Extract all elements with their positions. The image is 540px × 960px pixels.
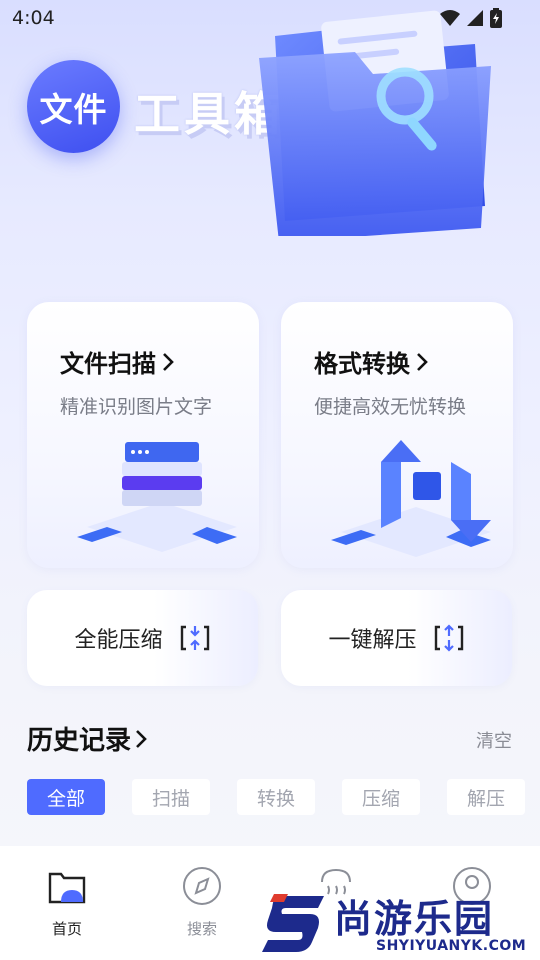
nav-label-search: 搜索	[186, 920, 217, 938]
chevron-right-icon	[417, 352, 428, 371]
folder-icon	[48, 872, 86, 904]
file-scan-card[interactable]: 文件扫描 精准识别图片文字	[27, 302, 259, 568]
history-title-label: 历史记录	[27, 726, 132, 756]
filter-tab-decompress[interactable]: 解压	[447, 779, 525, 815]
format-convert-title: 格式转换	[314, 344, 428, 379]
hero-banner: 文件 工具箱	[0, 10, 540, 286]
decompress-label: 一键解压	[328, 628, 417, 653]
file-scan-title: 文件扫描	[60, 344, 174, 379]
watermark-text: 尚游乐园	[334, 897, 495, 941]
filter-tab-all[interactable]: 全部	[27, 779, 105, 815]
compress-icon	[180, 625, 209, 651]
format-convert-card[interactable]: 格式转换 便捷高效无忧转换	[281, 302, 513, 568]
convert-illustration	[331, 440, 491, 557]
history-filter-tabs: 全部 扫描 转换 压缩 解压	[27, 779, 525, 815]
compass-icon	[183, 867, 221, 905]
watermark-url: SHYIYUANYK.COM	[376, 938, 527, 954]
filter-tab-convert[interactable]: 转换	[237, 779, 315, 815]
logo-text: 文件	[39, 89, 108, 129]
chevron-right-icon	[136, 729, 147, 748]
compress-label: 全能压缩	[74, 628, 163, 653]
history-title[interactable]: 历史记录	[27, 720, 147, 757]
nav-item-search[interactable]: 搜索	[152, 846, 252, 960]
file-scan-subtitle: 精准识别图片文字	[60, 396, 213, 418]
nav-label-home: 首页	[51, 920, 82, 938]
format-convert-label: 格式转换	[314, 350, 410, 378]
format-convert-subtitle: 便捷高效无忧转换	[314, 396, 467, 418]
nav-item-home[interactable]: 首页	[17, 846, 117, 960]
file-scan-label: 文件扫描	[60, 350, 156, 378]
watermark-s-logo-icon	[262, 894, 324, 952]
watermark-logo: 尚游乐园 SHYIYUANYK.COM	[262, 876, 540, 960]
compress-card[interactable]: 全能压缩	[27, 590, 258, 686]
clear-history-button[interactable]: 清空	[476, 727, 512, 753]
decompress-icon	[434, 624, 463, 652]
scan-illustration	[77, 442, 237, 552]
folder-illustration	[259, 10, 491, 236]
decompress-card[interactable]: 一键解压	[281, 590, 512, 686]
status-time: 4:04	[12, 7, 55, 29]
filter-tab-compress[interactable]: 压缩	[342, 779, 420, 815]
chevron-right-icon	[163, 352, 174, 371]
filter-tab-scan[interactable]: 扫描	[132, 779, 210, 815]
logo-badge: 文件	[27, 60, 120, 153]
